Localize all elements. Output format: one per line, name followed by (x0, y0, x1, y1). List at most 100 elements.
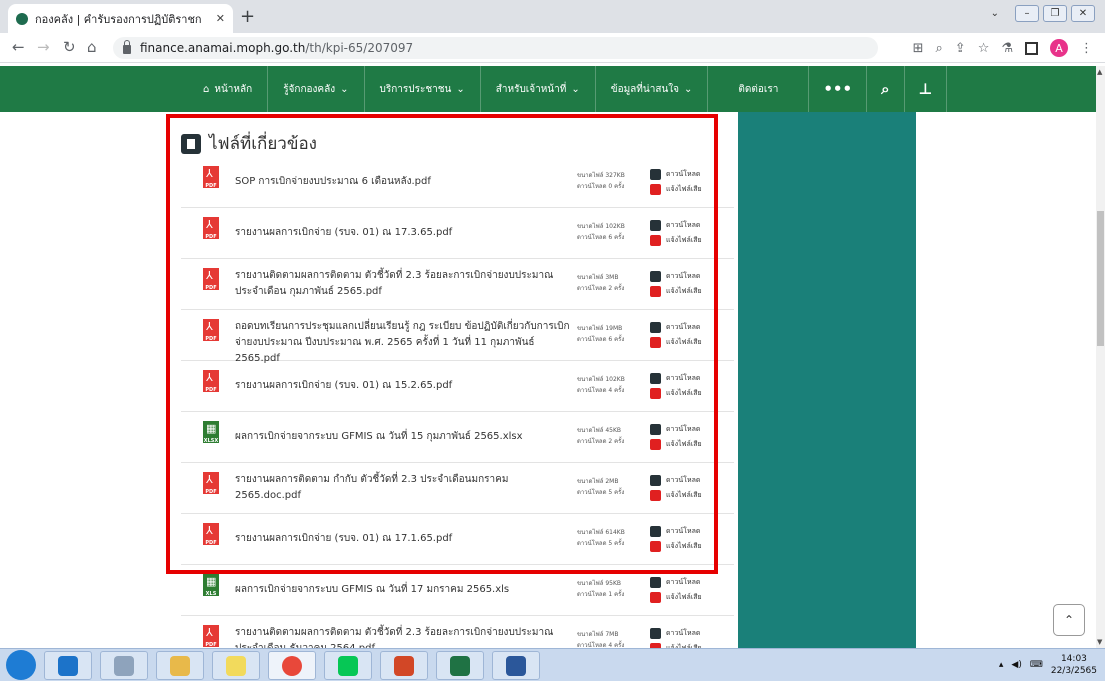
minimize-button[interactable]: – (1015, 5, 1039, 22)
nav-item-public-services[interactable]: บริการประชาชน ⌄ (365, 66, 481, 112)
download-icon (650, 526, 661, 537)
download-button[interactable]: ดาวน์โหลด (650, 269, 702, 284)
clock-time: 14:03 (1060, 654, 1087, 664)
report-broken-file-button[interactable]: แจ้งไฟล์เสีย (650, 437, 702, 452)
taskbar-excel[interactable] (436, 651, 484, 680)
file-name-link[interactable]: รายงานผลการติดตาม กำกับ ตัวชี้วัดที่ 2.3… (235, 472, 570, 504)
translate-icon[interactable]: ⊞ (913, 41, 924, 56)
taskbar-word[interactable] (492, 651, 540, 680)
file-name-link[interactable]: รายงานผลการเบิกจ่าย (รบจ. 01) ณ 15.2.65.… (235, 378, 570, 394)
taskbar-chrome[interactable] (268, 651, 316, 680)
download-count: ดาวน์โหลด 2 ครั้ง (577, 285, 625, 292)
system-clock[interactable]: 14:03 22/3/2565 (1051, 653, 1097, 677)
address-bar[interactable]: finance.anamai.moph.go.th/th/kpi-65/2070… (113, 37, 878, 59)
chevron-down-icon: ⌄ (456, 83, 465, 95)
taskbar-ie[interactable] (44, 651, 92, 680)
language-icon[interactable]: ⌨ (1030, 660, 1043, 670)
taskbar-powerpoint[interactable] (380, 651, 428, 680)
download-icon (650, 475, 661, 486)
page-scrollbar[interactable]: ▲ ▼ (1096, 66, 1105, 648)
forward-icon[interactable]: → (37, 38, 50, 56)
profile-avatar[interactable]: A (1050, 39, 1068, 57)
search-icon[interactable]: ⌕ (867, 66, 905, 112)
report-broken-file-button[interactable]: แจ้งไฟล์เสีย (650, 284, 702, 299)
file-name-link[interactable]: รายงานผลการเบิกจ่าย (รบจ. 01) ณ 17.1.65.… (235, 531, 570, 547)
reload-icon[interactable]: ↻ (63, 38, 76, 56)
warning-icon (650, 490, 661, 501)
file-row: ⅄ PDF รายงานผลการเบิกจ่าย (รบจ. 01) ณ 17.1… (181, 514, 734, 565)
file-name-link[interactable]: SOP การเบิกจ่ายงบประมาณ 6 เดือนหลัง.pdf (235, 174, 570, 190)
file-meta: ขนาดไฟล์ 614KB ดาวน์โหลด 5 ครั้ง (577, 527, 625, 549)
line-icon (338, 655, 358, 676)
report-broken-file-button[interactable]: แจ้งไฟล์เสีย (650, 233, 702, 248)
file-actions: ดาวน์โหลดแจ้งไฟล์เสีย (650, 320, 702, 350)
tab-search-chevron-icon[interactable]: ⌄ (991, 8, 999, 19)
download-button[interactable]: ดาวน์โหลด (650, 167, 702, 182)
nav-item-info[interactable]: ข้อมูลที่น่าสนใจ ⌄ (596, 66, 709, 112)
file-size: ขนาดไฟล์ 95KB (577, 580, 622, 587)
browser-menu-icon[interactable]: ⋮ (1080, 41, 1093, 56)
file-size: ขนาดไฟล์ 45KB (577, 427, 622, 434)
maximize-button[interactable]: ❐ (1043, 5, 1067, 22)
browser-tab[interactable]: กองคลัง | คำรับรองการปฏิบัติราชก ✕ (8, 4, 233, 33)
sitemap-icon[interactable]: ⊥ (905, 66, 948, 112)
download-button[interactable]: ดาวน์โหลด (650, 575, 702, 590)
taskbar-explorer[interactable] (156, 651, 204, 680)
nav-item-home[interactable]: ⌂ หน้าหลัก (203, 66, 269, 112)
report-broken-file-button[interactable]: แจ้งไฟล์เสีย (650, 182, 702, 197)
back-to-top-button[interactable]: ⌃ (1053, 604, 1085, 636)
extension-icon[interactable]: ⚗ (1001, 41, 1013, 56)
file-row: ⅄ PDF ถอดบทเรียนการประชุมแลกเปลี่ยนเรียนรู… (181, 310, 734, 364)
file-name-link[interactable]: รายงานผลการเบิกจ่าย (รบจ. 01) ณ 17.3.65.… (235, 225, 570, 241)
taskbar-line[interactable] (324, 651, 372, 680)
home-icon[interactable]: ⌂ (87, 38, 97, 56)
share-icon[interactable]: ⇪ (955, 41, 966, 56)
file-row: ⅄ PDF รายงานผลการติดตาม กำกับ ตัวชี้วัดที่… (181, 463, 734, 514)
file-name-link[interactable]: ผลการเบิกจ่ายจากระบบ GFMIS ณ วันที่ 17 ม… (235, 582, 570, 598)
url-text: finance.anamai.moph.go.th/th/kpi-65/2070… (140, 41, 414, 55)
taskbar-sticky-notes[interactable] (212, 651, 260, 680)
pdf-file-icon: ⅄ PDF (203, 523, 219, 546)
taskbar-calculator[interactable] (100, 651, 148, 680)
download-button[interactable]: ดาวน์โหลด (650, 371, 702, 386)
download-button[interactable]: ดาวน์โหลด (650, 422, 702, 437)
file-name-link[interactable]: ถอดบทเรียนการประชุมแลกเปลี่ยนเรียนรู้ กฎ… (235, 319, 570, 367)
sticky-notes-icon (226, 655, 246, 676)
close-window-button[interactable]: ✕ (1071, 5, 1095, 22)
zoom-icon[interactable]: ⌕ (936, 41, 943, 56)
report-broken-file-button[interactable]: แจ้งไฟล์เสีย (650, 386, 702, 401)
lock-icon[interactable] (123, 39, 131, 54)
file-row: ⅄ PDF รายงานติดตามผลการติดตาม ตัวชี้วัดที่… (181, 259, 734, 310)
new-tab-button[interactable]: + (240, 6, 255, 27)
download-button[interactable]: ดาวน์โหลด (650, 320, 702, 335)
file-size: ขนาดไฟล์ 19MB (577, 325, 623, 332)
download-button[interactable]: ดาวน์โหลด (650, 473, 702, 488)
file-name-link[interactable]: รายงานติดตามผลการติดตาม ตัวชี้วัดที่ 2.3… (235, 268, 570, 300)
report-broken-file-button[interactable]: แจ้งไฟล์เสีย (650, 335, 702, 350)
back-icon[interactable]: ← (12, 38, 25, 56)
file-meta: ขนาดไฟล์ 327KB ดาวน์โหลด 0 ครั้ง (577, 170, 625, 192)
scrollbar-thumb[interactable] (1097, 211, 1104, 346)
download-button[interactable]: ดาวน์โหลด (650, 626, 702, 641)
pdf-file-icon: ⅄ PDF (203, 319, 219, 342)
bookmark-star-icon[interactable]: ☆ (978, 41, 990, 56)
side-panel-icon[interactable] (1025, 41, 1038, 55)
start-button[interactable] (6, 650, 36, 680)
report-broken-file-button[interactable]: แจ้งไฟล์เสีย (650, 488, 702, 503)
scroll-up-icon[interactable]: ▲ (1097, 68, 1102, 76)
report-broken-file-button[interactable]: แจ้งไฟล์เสีย (650, 590, 702, 605)
nav-item-staff[interactable]: สำหรับเจ้าหน้าที่ ⌄ (481, 66, 596, 112)
scroll-down-icon[interactable]: ▼ (1097, 638, 1102, 646)
volume-icon[interactable]: ◀) (1011, 660, 1021, 670)
file-size: ขนาดไฟล์ 327KB (577, 172, 625, 179)
nav-item-about[interactable]: รู้จักกองคลัง ⌄ (268, 66, 365, 112)
download-button[interactable]: ดาวน์โหลด (650, 218, 702, 233)
more-menu-icon[interactable]: ••• (809, 66, 868, 112)
download-button[interactable]: ดาวน์โหลด (650, 524, 702, 539)
tab-close-icon[interactable]: ✕ (216, 12, 225, 25)
download-icon (650, 577, 661, 588)
tray-expand-icon[interactable]: ▴ (999, 660, 1004, 670)
nav-item-contact[interactable]: ติดต่อเรา (708, 66, 810, 112)
report-broken-file-button[interactable]: แจ้งไฟล์เสีย (650, 539, 702, 554)
file-name-link[interactable]: ผลการเบิกจ่ายจากระบบ GFMIS ณ วันที่ 15 ก… (235, 429, 570, 445)
